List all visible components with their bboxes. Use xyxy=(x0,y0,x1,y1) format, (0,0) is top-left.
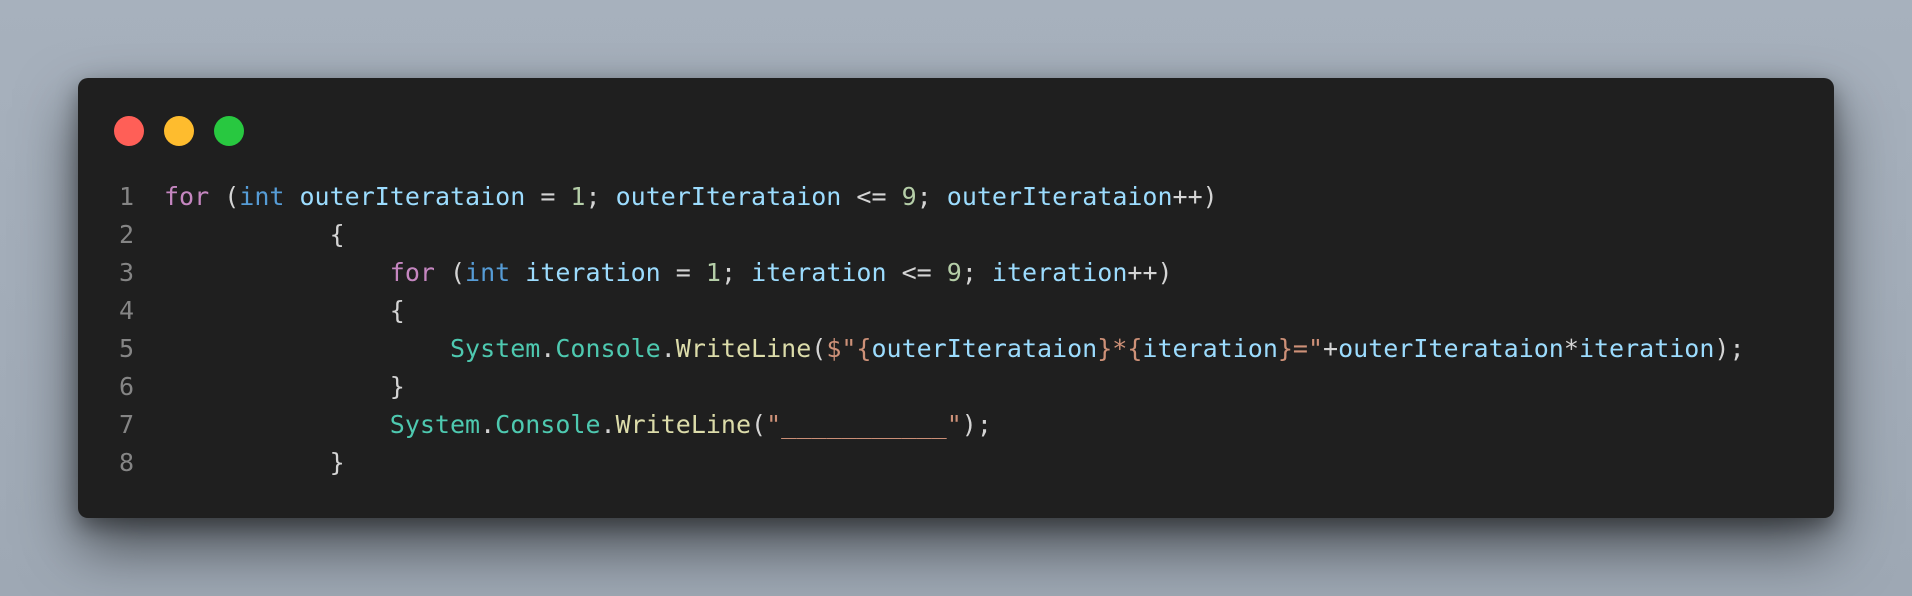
code-token: ); xyxy=(961,410,992,439)
code-token: outerIterataion xyxy=(615,182,842,211)
close-dot-icon[interactable] xyxy=(114,116,144,146)
code-token: * xyxy=(1563,334,1579,363)
code-text: for (int iteration = 1; iteration <= 9; … xyxy=(164,254,1173,292)
code-token: ; xyxy=(585,182,616,211)
code-token: } xyxy=(389,372,405,401)
code-token: outerIterataion xyxy=(946,182,1173,211)
code-token: int xyxy=(465,258,511,287)
code-token: $"{ xyxy=(826,334,872,363)
code-text: } xyxy=(164,444,345,482)
code-line: 1 for (int outerIterataion = 1; outerIter… xyxy=(78,178,1834,216)
code-token: ; xyxy=(916,182,947,211)
code-text: System.Console.WriteLine($"{outerIterata… xyxy=(164,330,1745,368)
code-token: outerIterataion xyxy=(871,334,1098,363)
code-line: 5 System.Console.WriteLine($"{outerItera… xyxy=(78,330,1834,368)
code-token: WriteLine xyxy=(615,410,752,439)
code-token: + xyxy=(1323,334,1339,363)
code-line: 3 for (int iteration = 1; iteration <= 9… xyxy=(78,254,1834,292)
code-token: Console xyxy=(495,410,601,439)
code-token: ++) xyxy=(1172,182,1218,211)
line-number: 5 xyxy=(118,334,134,363)
code-token: }*{ xyxy=(1097,334,1143,363)
code-token: }=" xyxy=(1277,334,1324,363)
code-text: } xyxy=(164,368,405,406)
code-token: System xyxy=(449,334,541,363)
code-token: ++) xyxy=(1127,258,1173,287)
code-text: { xyxy=(164,216,345,254)
code-window: 1 for (int outerIterataion = 1; outerIter… xyxy=(78,78,1834,518)
code-token: . xyxy=(480,410,496,439)
code-token: 1 xyxy=(705,258,721,287)
code-token: System xyxy=(389,410,481,439)
code-token: . xyxy=(600,410,616,439)
code-token: 9 xyxy=(901,182,917,211)
code-token: int xyxy=(239,182,285,211)
code-token: "___________" xyxy=(766,410,962,439)
code-token: outerIterataion xyxy=(299,182,526,211)
line-number: 7 xyxy=(118,410,134,439)
code-text: { xyxy=(164,292,405,330)
code-token: Console xyxy=(555,334,661,363)
line-number: 4 xyxy=(118,296,134,325)
code-token: ; xyxy=(961,258,992,287)
line-number: 3 xyxy=(118,258,134,287)
code-token: ( xyxy=(811,334,827,363)
code-token: { xyxy=(389,296,405,325)
code-block[interactable]: 1 for (int outerIterataion = 1; outerIter… xyxy=(78,178,1834,482)
code-line: 2 { xyxy=(78,216,1834,254)
line-number: 1 xyxy=(118,182,134,211)
code-token: <= xyxy=(886,258,947,287)
minimize-dot-icon[interactable] xyxy=(164,116,194,146)
code-token: ; xyxy=(720,258,752,287)
code-line: 8 } xyxy=(78,444,1834,482)
code-text: System.Console.WriteLine("___________"); xyxy=(164,406,992,444)
window-controls xyxy=(114,116,244,146)
code-token: . xyxy=(660,334,676,363)
maximize-dot-icon[interactable] xyxy=(214,116,244,146)
code-token: ( xyxy=(209,182,240,211)
code-token: . xyxy=(540,334,556,363)
code-token: { xyxy=(329,220,345,249)
code-token: <= xyxy=(841,182,902,211)
code-token: ); xyxy=(1714,334,1745,363)
code-text: for (int outerIterataion = 1; outerItera… xyxy=(164,178,1218,216)
code-token: 9 xyxy=(946,258,962,287)
code-token: 1 xyxy=(570,182,586,211)
code-token: iteration xyxy=(751,258,887,287)
code-line: 6 } xyxy=(78,368,1834,406)
code-token: for xyxy=(389,258,435,287)
code-token: = xyxy=(660,258,706,287)
code-token: ( xyxy=(751,410,767,439)
code-line: 7 System.Console.WriteLine("___________"… xyxy=(78,406,1834,444)
code-token: iteration xyxy=(991,258,1128,287)
code-token: iteration xyxy=(525,258,661,287)
code-token: iteration xyxy=(1142,334,1278,363)
line-number: 8 xyxy=(118,448,134,477)
code-line: 4 { xyxy=(78,292,1834,330)
code-token: iteration xyxy=(1578,334,1715,363)
code-token: = xyxy=(525,182,571,211)
code-token: for xyxy=(164,182,210,211)
code-token: WriteLine xyxy=(675,334,812,363)
code-token: outerIterataion xyxy=(1338,334,1564,363)
code-token: } xyxy=(329,448,345,477)
line-number: 2 xyxy=(118,220,134,249)
code-token: ( xyxy=(434,258,466,287)
line-number: 6 xyxy=(118,372,134,401)
